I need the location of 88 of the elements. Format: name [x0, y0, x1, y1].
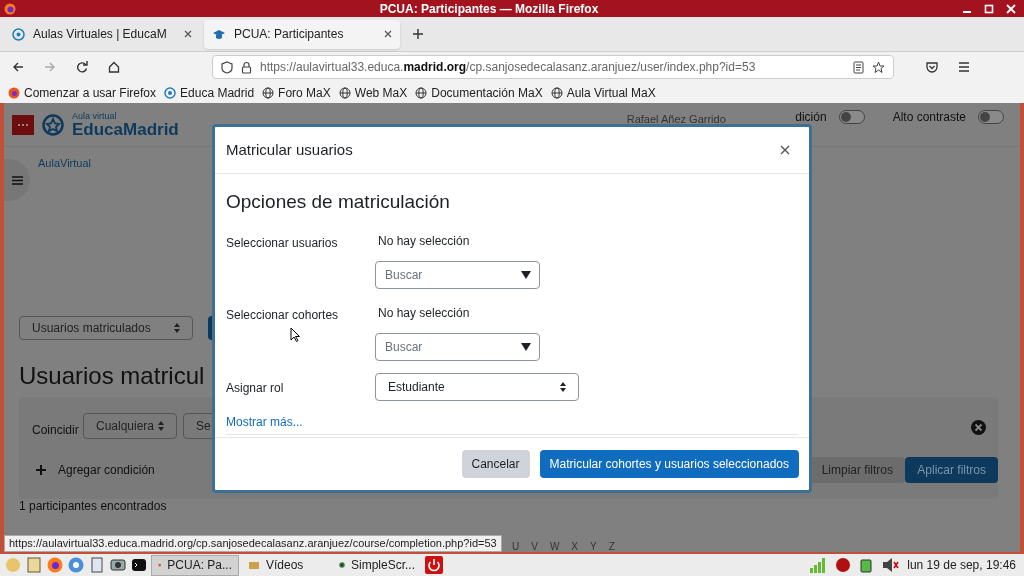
taskbar-task[interactable]: Vídeos [242, 554, 330, 576]
bookmark-link[interactable]: Foro MaX [262, 83, 331, 102]
pocket-icon[interactable] [926, 61, 938, 73]
toggle-label: Alto contraste [892, 108, 966, 126]
letter-filter-link[interactable]: U [512, 539, 520, 552]
search-field[interactable]: Buscar [375, 260, 540, 289]
enrol-filter-select[interactable]: Usuarios matriculados [19, 316, 193, 340]
logo-subtitle: Aula virtual [72, 111, 118, 121]
taskbar-task[interactable]: SimpleScr... [333, 554, 421, 576]
dialog-title: Matricular usuarios [226, 139, 353, 160]
section-heading: Opciones de matriculación [226, 190, 451, 214]
letter-filter-link[interactable]: X [571, 539, 579, 552]
star-icon[interactable] [872, 60, 885, 74]
selection-status: No hay selección [377, 304, 471, 322]
close-icon[interactable] [384, 30, 392, 38]
star-circle-logo-icon [42, 113, 64, 136]
mouse-pointer-icon [290, 327, 300, 342]
reader-view-icon[interactable] [853, 60, 864, 74]
field-label: Seleccionar cohortes [226, 306, 340, 324]
chrome-icon[interactable] [67, 556, 85, 574]
submit-button[interactable]: Matricular cohortes y usuarios seleccionados [539, 450, 799, 478]
selection-status: No hay selección [377, 232, 471, 250]
filter-label: Coincidir [32, 422, 79, 439]
logo-text: EducaMadrid [72, 120, 179, 138]
window-title: PCUA: Participantes — Mozilla Firefox [378, 0, 600, 18]
folder-icon [248, 559, 260, 571]
camera-icon[interactable] [109, 556, 127, 574]
plus-icon [36, 465, 46, 475]
dropdown-arrow-icon[interactable] [521, 270, 531, 279]
toggle-switch[interactable] [838, 109, 865, 124]
role-select[interactable]: Estudiante [375, 372, 579, 401]
sort-arrows-icon [560, 381, 566, 392]
taskbar-task[interactable]: PCUA: Pa... [151, 554, 239, 576]
terminal-icon[interactable] [130, 556, 148, 574]
show-more-link[interactable]: Mostrar más... [226, 414, 303, 429]
drawer-toggle[interactable] [4, 159, 30, 201]
graduation-cap-icon [212, 28, 226, 40]
firefox-icon [8, 86, 20, 99]
breadcrumb-link[interactable]: AulaVirtual [38, 155, 91, 172]
sort-arrows-icon [174, 323, 180, 333]
page-heading: Usuarios matricul [19, 361, 205, 391]
cancel-button[interactable]: Cancelar [461, 450, 530, 478]
url-text: https://aulavirtual33.educa.madrid.org/cp.sanjosedecalasanz.aranjuez/user/index.php?id=53 [260, 59, 757, 76]
shield-icon [221, 60, 233, 74]
dropdown-arrow-icon[interactable] [521, 342, 531, 351]
address-bar[interactable]: https://aulavirtual33.educa.madrid.org/cp.sanjosedecalasanz.aranjuez/user/index.php?id=53 [212, 55, 894, 79]
maximize-icon[interactable] [984, 3, 994, 14]
toggle-switch[interactable] [978, 109, 1004, 124]
search-field[interactable]: Buscar [375, 332, 540, 361]
letter-filter-link[interactable]: Z [608, 539, 615, 552]
toggle-label: dición [795, 108, 827, 126]
field-label: Asignar rol [226, 379, 285, 397]
browser-tab[interactable]: Aulas Virtuales | EducaM [4, 19, 200, 49]
menu-icon[interactable] [958, 62, 970, 72]
field-label: Seleccionar usuarios [226, 234, 339, 252]
add-condition-button[interactable]: Agregar condición [36, 461, 155, 479]
close-circle-icon[interactable] [971, 420, 986, 435]
home-icon[interactable] [108, 61, 120, 73]
reload-icon[interactable] [76, 61, 88, 73]
bookmark-link[interactable]: Web MaX [338, 83, 408, 102]
user-name: Rafael Añez Garrido [626, 112, 726, 128]
clock-text: lun 19 de sep, 19:46 [907, 557, 1016, 574]
back-icon[interactable] [12, 61, 24, 73]
bookmark-link[interactable]: Educa Madrid [164, 83, 255, 102]
speaker-icon[interactable] [881, 557, 900, 573]
firefox-icon[interactable] [46, 556, 64, 574]
letter-filter-link[interactable]: W [549, 539, 560, 552]
power-icon[interactable] [424, 555, 444, 575]
sort-arrows-icon [158, 421, 164, 431]
record-icon[interactable] [835, 557, 852, 573]
bookmark-link[interactable]: Documentación MaX [415, 83, 543, 102]
browser-tab[interactable]: PCUA: Participantes [204, 19, 400, 49]
lock-icon [241, 60, 252, 74]
close-icon[interactable] [184, 30, 192, 38]
list-icon [11, 175, 23, 185]
clear-filters-button[interactable]: Limpiar filtros [809, 457, 905, 483]
new-tab-icon[interactable] [412, 28, 424, 40]
close-icon[interactable] [780, 145, 790, 155]
letter-filter-link[interactable]: Y [590, 539, 597, 552]
flag-logo-icon [12, 114, 34, 135]
apply-filters-button[interactable]: Aplicar filtros [905, 457, 998, 483]
match-select[interactable]: Cualquiera [83, 413, 177, 439]
bookmark-link[interactable]: Aula Virtual MaX [550, 83, 656, 102]
status-url: https://aulavirtual33.educa.madrid.org/cp.sanjosedecalasanz.aranjuez/course/completion.php?id=53 [4, 535, 502, 552]
bookmark-link[interactable]: Comenzar a usar Firefox [8, 83, 157, 102]
firefox-icon [4, 2, 16, 15]
letter-filter-link[interactable]: V [531, 539, 538, 552]
results-count: 1 participantes encontrados [19, 498, 167, 515]
